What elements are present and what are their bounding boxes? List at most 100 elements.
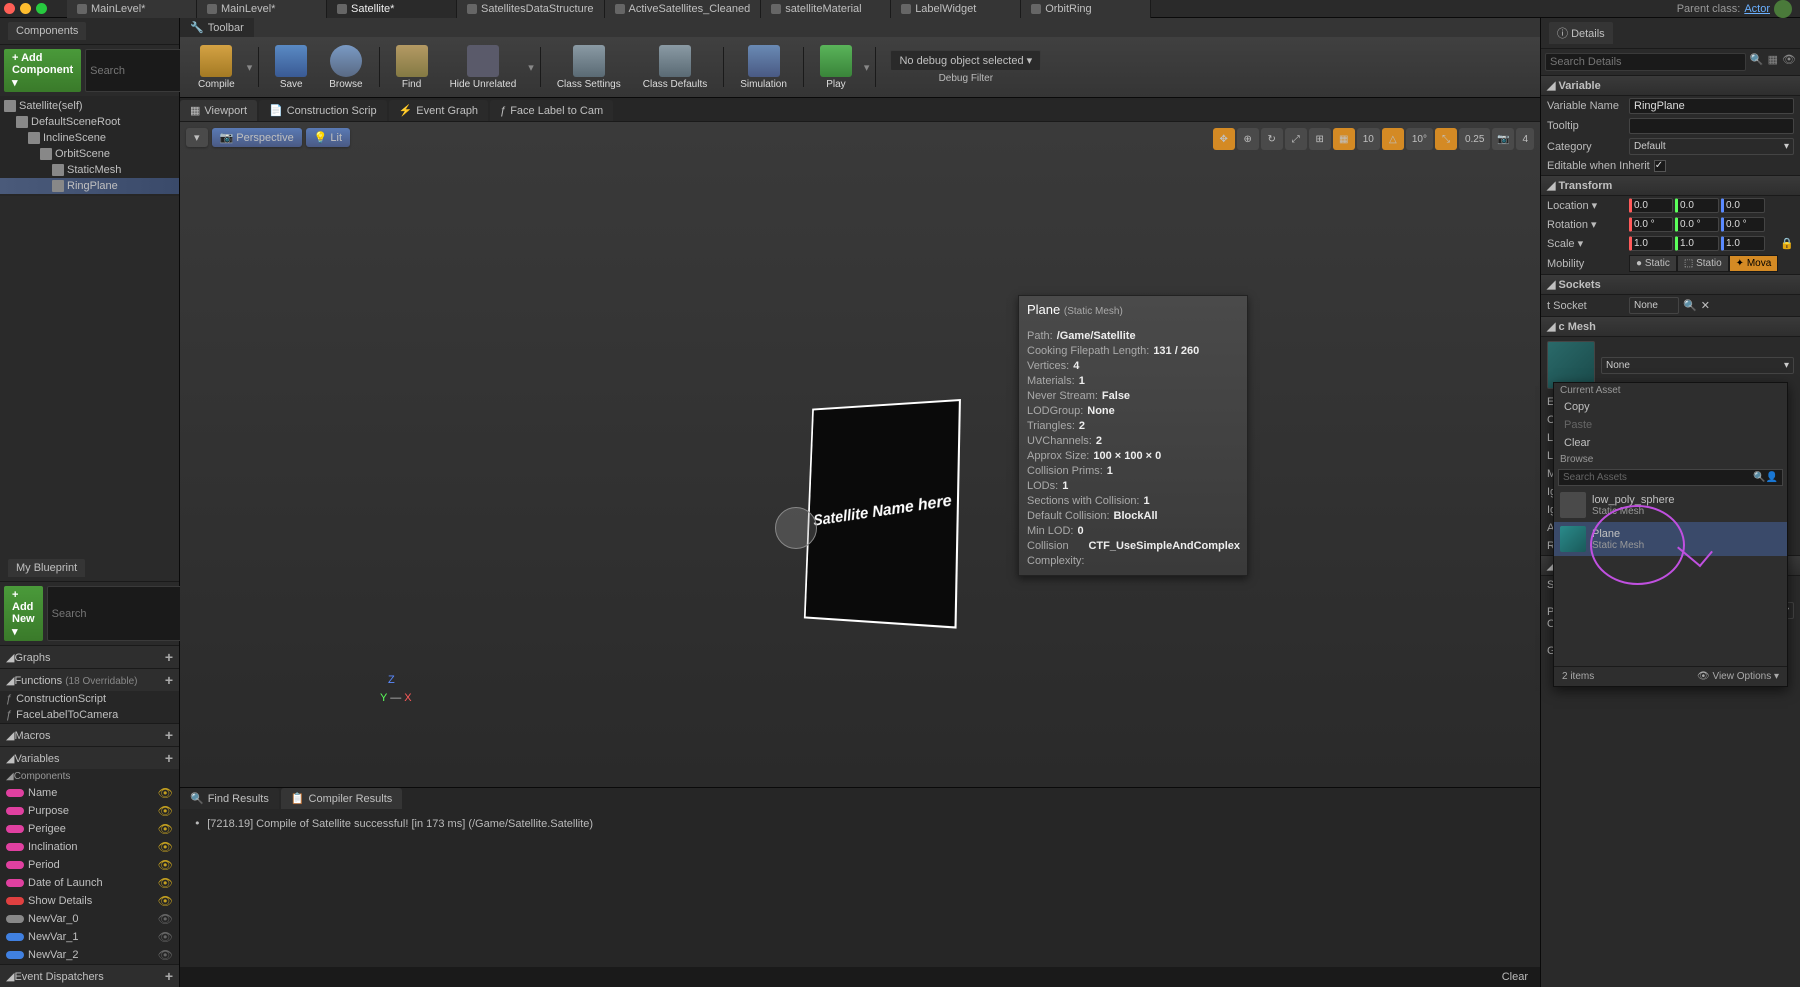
transform-gizmo[interactable]: [770, 502, 820, 552]
filter-icon[interactable]: ▦: [1768, 53, 1778, 71]
eye-icon[interactable]: 👁: [1782, 53, 1796, 71]
top-tab-1[interactable]: MainLevel*: [197, 0, 327, 18]
grid-size[interactable]: 10: [1357, 128, 1380, 150]
asset-item-plane[interactable]: PlaneStatic Mesh: [1554, 522, 1787, 556]
bp-section-header[interactable]: ◢Macros+: [0, 723, 179, 746]
compiler-results-tab[interactable]: 📋Compiler Results: [281, 788, 402, 809]
eye-icon[interactable]: 👁: [158, 858, 173, 872]
component-tree-item[interactable]: Satellite(self): [0, 98, 179, 114]
component-tree-item[interactable]: RingPlane: [0, 178, 179, 194]
bp-section-header[interactable]: ◢Event Dispatchers+: [0, 964, 179, 987]
simulation-button[interactable]: Simulation: [730, 43, 797, 92]
bp-item[interactable]: ƒ FaceLabelToCamera: [0, 707, 179, 723]
bp-item[interactable]: ◢Components: [0, 769, 179, 784]
eye-icon[interactable]: 👁: [158, 786, 173, 800]
scale-tool[interactable]: ⤢: [1285, 128, 1307, 150]
rotation-x-input[interactable]: 0.0 °: [1629, 217, 1673, 232]
search-icon[interactable]: 🔍: [1750, 53, 1764, 71]
rotation-z-input[interactable]: 0.0 °: [1721, 217, 1765, 232]
variable-name-input[interactable]: [1629, 98, 1794, 114]
bp-item[interactable]: NewVar_0👁: [0, 910, 179, 928]
lock-scale-icon[interactable]: 🔒: [1780, 237, 1794, 250]
save-button[interactable]: Save: [265, 43, 317, 92]
static-mesh-section-header[interactable]: ◢ c Mesh: [1541, 316, 1800, 337]
play-button[interactable]: Play: [810, 43, 862, 92]
bp-item[interactable]: Date of Launch👁: [0, 874, 179, 892]
scale-y-input[interactable]: 1.0: [1675, 236, 1719, 251]
paste-menu-item[interactable]: Paste: [1554, 416, 1787, 434]
snap-grid-toggle[interactable]: ▦: [1333, 128, 1355, 150]
minimize-window-icon[interactable]: [20, 3, 31, 14]
find-button[interactable]: Find: [386, 43, 438, 92]
camera-speed-value[interactable]: 4: [1516, 128, 1534, 150]
bp-item[interactable]: Period👁: [0, 856, 179, 874]
transform-section-header[interactable]: ◢ Transform: [1541, 175, 1800, 196]
top-tab-4[interactable]: ActiveSatellites_Cleaned: [605, 0, 762, 18]
add-icon[interactable]: +: [165, 649, 173, 665]
socket-select[interactable]: None: [1629, 297, 1679, 314]
copy-menu-item[interactable]: Copy: [1554, 398, 1787, 416]
sockets-section-header[interactable]: ◢ Sockets: [1541, 274, 1800, 295]
event-graph-tab[interactable]: ⚡Event Graph: [389, 100, 488, 121]
face-label-tab[interactable]: ƒFace Label to Cam: [490, 100, 613, 121]
3d-viewport[interactable]: ▾ 📷 Perspective 💡 Lit ✥ ⊕ ↻ ⤢ ⊞ ▦ 10 △ 1…: [180, 122, 1540, 787]
add-icon[interactable]: +: [165, 727, 173, 743]
eye-icon[interactable]: 👁: [158, 876, 173, 890]
eye-icon[interactable]: 👁: [158, 930, 173, 944]
myblueprint-search-input[interactable]: [47, 586, 199, 641]
compile-button[interactable]: Compile: [188, 43, 245, 92]
component-tree-item[interactable]: DefaultSceneRoot: [0, 114, 179, 130]
browse-button[interactable]: Browse: [319, 43, 372, 92]
component-tree-item[interactable]: InclineScene: [0, 130, 179, 146]
viewport-tab[interactable]: ▦Viewport: [180, 100, 257, 121]
scale-value[interactable]: 0.25: [1459, 128, 1490, 150]
eye-icon[interactable]: 👁: [158, 894, 173, 908]
add-icon[interactable]: +: [165, 750, 173, 766]
top-tab-2[interactable]: Satellite*: [327, 0, 457, 18]
hide-unrelated-button[interactable]: Hide Unrelated: [440, 43, 527, 92]
bp-item[interactable]: Perigee👁: [0, 820, 179, 838]
perspective-button[interactable]: 📷 Perspective: [212, 128, 302, 147]
add-icon[interactable]: +: [165, 968, 173, 984]
snap-scale-toggle[interactable]: ⤡: [1435, 128, 1457, 150]
view-options-button[interactable]: 👁 View Options ▾: [1697, 671, 1779, 682]
clear-icon[interactable]: ✕: [1701, 299, 1710, 312]
clear-menu-item[interactable]: Clear: [1554, 434, 1787, 452]
editable-checkbox[interactable]: [1654, 160, 1666, 172]
bp-item[interactable]: Name👁: [0, 784, 179, 802]
scale-x-input[interactable]: 1.0: [1629, 236, 1673, 251]
bp-item[interactable]: ƒ ConstructionScript: [0, 691, 179, 707]
camera-speed[interactable]: 📷: [1492, 128, 1514, 150]
component-tree-item[interactable]: StaticMesh: [0, 162, 179, 178]
user-icon[interactable]: 👤: [1766, 472, 1778, 483]
location-y-input[interactable]: 0.0: [1675, 198, 1719, 213]
add-component-button[interactable]: + Add Component ▾: [4, 49, 81, 92]
parent-class-link[interactable]: Actor: [1744, 3, 1770, 15]
class-defaults-button[interactable]: Class Defaults: [633, 43, 717, 92]
class-settings-button[interactable]: Class Settings: [547, 43, 631, 92]
details-search-input[interactable]: [1545, 53, 1746, 71]
top-tab-6[interactable]: LabelWidget: [891, 0, 1021, 18]
category-select[interactable]: Default▾: [1629, 138, 1794, 155]
snap-angle-toggle[interactable]: △: [1382, 128, 1404, 150]
maximize-window-icon[interactable]: [36, 3, 47, 14]
eye-icon[interactable]: 👁: [158, 840, 173, 854]
component-tree-item[interactable]: OrbitScene: [0, 146, 179, 162]
viewport-options-button[interactable]: ▾: [186, 128, 208, 147]
rotate-tool[interactable]: ↻: [1261, 128, 1283, 150]
user-avatar-icon[interactable]: [1774, 0, 1792, 18]
components-tab[interactable]: Components: [8, 22, 86, 40]
select-tool[interactable]: ✥: [1213, 128, 1235, 150]
location-x-input[interactable]: 0.0: [1629, 198, 1673, 213]
top-tab-5[interactable]: satelliteMaterial: [761, 0, 891, 18]
bp-item[interactable]: Show Details👁: [0, 892, 179, 910]
add-icon[interactable]: +: [165, 672, 173, 688]
debug-object-select[interactable]: No debug object selected ▾: [890, 50, 1041, 71]
construction-script-tab[interactable]: 📄Construction Scrip: [259, 100, 387, 121]
mobility-movable[interactable]: ✦ Mova: [1729, 255, 1779, 272]
rotation-y-input[interactable]: 0.0 °: [1675, 217, 1719, 232]
bp-item[interactable]: Inclination👁: [0, 838, 179, 856]
top-tab-0[interactable]: MainLevel*: [67, 0, 197, 18]
eye-icon[interactable]: 👁: [158, 804, 173, 818]
bp-section-header[interactable]: ◢Variables+: [0, 746, 179, 769]
